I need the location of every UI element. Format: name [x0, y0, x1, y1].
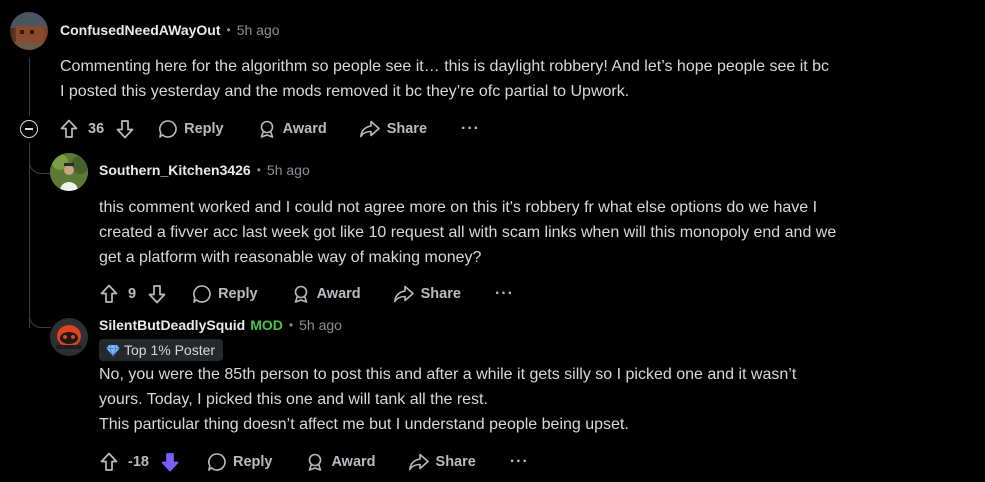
avatar-image-icon: [50, 318, 88, 356]
thread-branch-1: [29, 148, 51, 174]
reply-button[interactable]: Reply: [207, 452, 273, 472]
reply-label: Reply: [232, 454, 273, 470]
avatar[interactable]: [10, 12, 48, 50]
collapse-thread-button[interactable]: [20, 120, 38, 138]
vote-score: 9: [128, 286, 137, 302]
comment-body: Commenting here for the algorithm so peo…: [60, 54, 829, 104]
comment-actions: -18 Reply Award Share ···: [98, 450, 529, 474]
comment-line: I posted this yesterday and the mods rem…: [60, 83, 630, 100]
reply-icon: [193, 285, 211, 303]
share-button[interactable]: Share: [408, 452, 476, 472]
separator-dot: •: [256, 163, 261, 177]
downvote-icon[interactable]: [114, 118, 136, 140]
downvote-icon-active[interactable]: [159, 451, 181, 473]
minus-icon: [25, 128, 33, 130]
comment-body: No, you were the 85th person to post thi…: [99, 362, 796, 437]
share-icon: [408, 453, 429, 471]
username[interactable]: Southern_Kitchen3426: [99, 162, 251, 178]
comment-header: ConfusedNeedAWayOut • 5h ago: [60, 22, 280, 38]
comment-line: No, you were the 85th person to post thi…: [99, 366, 797, 383]
reply-button[interactable]: Reply: [158, 119, 224, 139]
comment-actions: 36 Reply Award Share ···: [58, 117, 480, 141]
avatar[interactable]: [50, 153, 88, 191]
comment-line: created a fivver acc last week got like …: [99, 224, 837, 241]
award-icon: [309, 453, 322, 471]
avatar-image-icon: [10, 12, 48, 50]
comment-line: this comment worked and I could not agre…: [99, 199, 818, 216]
mod-badge: MOD: [250, 317, 283, 333]
flair-label: Top 1% Poster: [124, 342, 216, 358]
award-label: Award: [331, 454, 376, 470]
more-options-button[interactable]: ···: [495, 285, 514, 303]
separator-dot: •: [226, 23, 231, 37]
award-icon: [294, 285, 307, 303]
thread-branch-2: [29, 300, 51, 328]
timestamp[interactable]: 5h ago: [299, 317, 342, 333]
user-flair: Top 1% Poster: [99, 339, 224, 361]
share-button[interactable]: Share: [393, 284, 461, 304]
downvote-icon[interactable]: [146, 283, 168, 305]
reply-label: Reply: [218, 286, 258, 302]
vote-score: -18: [128, 454, 149, 470]
share-icon: [393, 285, 414, 303]
comment-line: Commenting here for the algorithm so peo…: [60, 58, 830, 75]
award-button[interactable]: Award: [257, 119, 327, 139]
vote-score: 36: [88, 121, 105, 137]
share-label: Share: [420, 286, 461, 302]
award-label: Award: [316, 286, 361, 302]
upvote-icon[interactable]: [58, 118, 80, 140]
comment-header: Southern_Kitchen3426 • 5h ago: [99, 162, 310, 178]
comment-line: get a platform with reasonable way of ma…: [99, 249, 482, 266]
share-icon: [359, 120, 380, 138]
separator-dot: •: [288, 318, 294, 332]
award-label: Award: [282, 121, 327, 137]
reply-label: Reply: [184, 121, 224, 137]
award-button[interactable]: Award: [305, 452, 376, 472]
username[interactable]: ConfusedNeedAWayOut: [60, 22, 221, 38]
timestamp[interactable]: 5h ago: [267, 162, 310, 178]
award-icon: [260, 120, 273, 138]
avatar[interactable]: [50, 318, 88, 356]
comment-line: This particular thing doesn’t affect me …: [99, 416, 629, 433]
timestamp[interactable]: 5h ago: [237, 22, 280, 38]
upvote-icon[interactable]: [98, 451, 120, 473]
comment-line: yours. Today, I picked this one and will…: [99, 391, 488, 408]
award-button[interactable]: Award: [291, 284, 361, 304]
more-options-button[interactable]: ···: [510, 453, 529, 471]
reply-icon: [159, 120, 177, 138]
thread-line-main: [29, 58, 30, 116]
share-label: Share: [435, 454, 476, 470]
upvote-icon[interactable]: [98, 283, 120, 305]
more-options-button[interactable]: ···: [461, 120, 480, 138]
share-button[interactable]: Share: [359, 119, 427, 139]
diamond-icon: [106, 344, 120, 357]
share-label: Share: [386, 121, 428, 137]
reply-button[interactable]: Reply: [192, 284, 258, 304]
reply-icon: [208, 453, 226, 471]
username[interactable]: SilentButDeadlySquid: [99, 317, 245, 333]
comment-header: SilentButDeadlySquid MOD • 5h ago: [99, 317, 342, 333]
avatar-image-icon: [50, 153, 88, 191]
comment-actions: 9 Reply Award Share ···: [98, 282, 514, 306]
comment-body: this comment worked and I could not agre…: [99, 195, 836, 270]
